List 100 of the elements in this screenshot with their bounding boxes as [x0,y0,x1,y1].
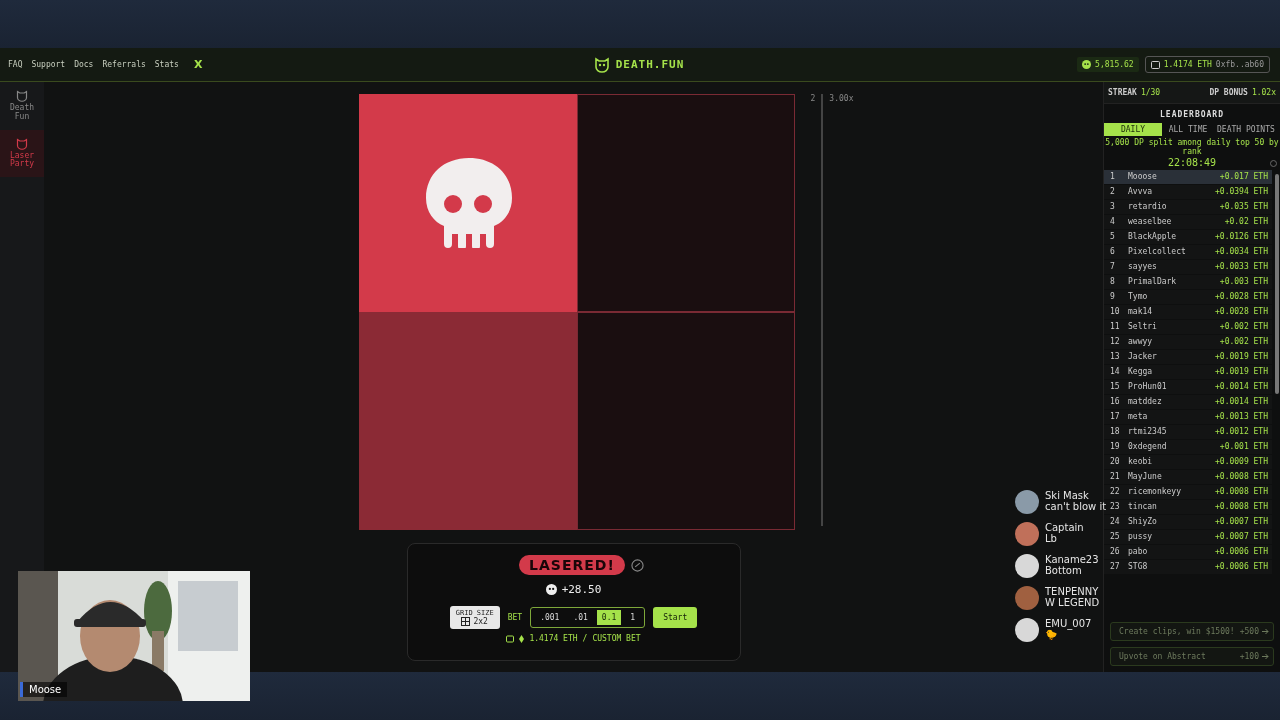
wallet-icon [506,634,515,643]
rank: 4 [1110,217,1116,227]
rank: 17 [1110,412,1121,422]
quest-button[interactable]: Upvote on Abstract +100 [1110,647,1274,666]
eth-amount: +0.003 ETH [1219,277,1268,287]
separator: / [582,634,588,643]
rank: 22 [1110,487,1121,497]
eth-amount: +0.0126 ETH [1215,232,1268,242]
bonus-label: DP BONUS [1209,88,1248,97]
eth-amount: +0.017 ETH [1219,172,1268,182]
player-name: Pixelcollect [1128,247,1187,257]
eth-amount: +0.035 ETH [1219,202,1268,212]
result-badge: LASERED! [519,555,625,575]
player-name: sayyes [1128,262,1158,272]
skull-coin-icon [545,584,557,595]
nav-link[interactable]: FAQ [8,60,23,69]
nav-link[interactable]: Stats [154,60,179,69]
player-name: Tymo [1128,292,1149,302]
rank: 26 [1110,547,1121,557]
points-balance: 5,815.62 [1077,57,1139,72]
rank: 5 [1110,232,1116,242]
player-name: pabo [1128,547,1149,557]
streak-label: STREAK [1108,88,1137,97]
rank: 27 [1110,562,1121,572]
leaderboard-title: LEADERBOARD [1159,110,1225,119]
chat-username: Captain [1045,522,1084,533]
x-link[interactable]: X [193,58,203,71]
player-name: Avvva [1128,187,1154,197]
eth-amount: +0.0008 ETH [1215,487,1268,497]
rank: 9 [1110,292,1116,302]
scrollbar[interactable] [1275,173,1279,394]
rank: 20 [1110,457,1121,467]
eth-amount: +0.0394 ETH [1215,187,1268,197]
bet-option[interactable]: 1 [625,610,641,625]
chat-message: W LEGEND [1045,597,1100,608]
prize-note: 5,000 DP split among daily top 50 by rank [1104,139,1280,157]
rank: 23 [1110,502,1121,512]
rank: 19 [1110,442,1121,452]
chat-message: Bottom [1045,565,1083,576]
rank: 16 [1110,397,1121,407]
eth-amount: +0.02 ETH [1224,217,1268,227]
grid-icon [461,617,471,626]
rank: 7 [1110,262,1116,272]
chat-message: can't blow it [1045,501,1107,512]
nav-link[interactable]: Referrals [102,60,146,69]
player-name: STG8 [1128,562,1149,572]
nav-link[interactable]: Support [31,60,66,69]
bonus-value: 1.02x [1251,88,1276,97]
player-name: 0xdegend [1128,442,1168,452]
game-menu-item[interactable]: Death Fun [0,82,44,130]
chat-username: Ski Mask [1045,490,1090,501]
eth-amount: +0.0028 ETH [1215,307,1268,317]
eth-amount: +0.002 ETH [1219,337,1268,347]
rank: 14 [1110,367,1121,377]
eth-amount: +0.0007 ETH [1215,517,1268,527]
eth-amount: +0.0008 ETH [1215,472,1268,482]
leaderboard-tab[interactable]: DEATH POINTS [1214,123,1278,136]
player-name: weaselbee [1128,217,1173,227]
multiplier-label: 3.00x [829,94,854,103]
eth-amount: +0.0008 ETH [1215,502,1268,512]
game-menu-item[interactable]: Laser Party [0,129,44,178]
player-name: Seltri [1128,322,1158,332]
ethereum-icon [519,634,525,643]
chat-message: 🐤 [1045,629,1057,640]
cat-skull-icon [593,56,610,73]
hidden-tile[interactable] [576,312,795,530]
eth-amount: +0.0014 ETH [1215,382,1268,392]
revealed-tile[interactable] [358,312,577,530]
bet-option[interactable]: .001 [535,610,565,625]
eth-amount: +0.0009 ETH [1215,457,1268,467]
eth-amount: +0.0006 ETH [1215,547,1268,557]
player-name: matddez [1128,397,1163,407]
rank: 12 [1110,337,1121,347]
chat-username: TENPENNY [1045,586,1100,597]
bet-option[interactable]: 0.1 [596,610,622,625]
custom-bet-link[interactable]: CUSTOM BET [592,634,641,643]
eth-amount: +0.0034 ETH [1215,247,1268,257]
player-name: meta [1128,412,1149,422]
leaderboard-tab[interactable]: ALL TIME [1162,123,1214,136]
rank: 21 [1110,472,1121,482]
player-name: mak14 [1128,307,1154,317]
player-name: ricemonkeyy [1128,487,1182,497]
player-name: BlackApple [1128,232,1178,242]
nav-link[interactable]: Docs [74,60,94,69]
start-button[interactable]: Start [653,607,698,628]
hidden-tile[interactable] [576,94,795,312]
player-name: MayJune [1128,472,1163,482]
eth-amount: +0.0006 ETH [1215,562,1268,572]
rank: 13 [1110,352,1121,362]
player-name: Kegga [1128,367,1154,377]
wallet-icon [1150,60,1160,69]
site-logo[interactable]: DEATH.FUN [615,58,685,71]
bet-option[interactable]: .01 [568,610,593,625]
chat-username: Kaname23 [1045,554,1099,565]
skull-tile[interactable] [358,94,577,312]
quest-button[interactable]: Create clips, win $1500! +500 [1110,622,1274,641]
wallet-button[interactable]: 1.4174 ETH 0xfb..ab60 [1144,56,1270,73]
player-name: rtmi2345 [1128,427,1168,437]
rank: 25 [1110,532,1121,542]
leaderboard-tab[interactable]: DAILY [1104,123,1162,136]
